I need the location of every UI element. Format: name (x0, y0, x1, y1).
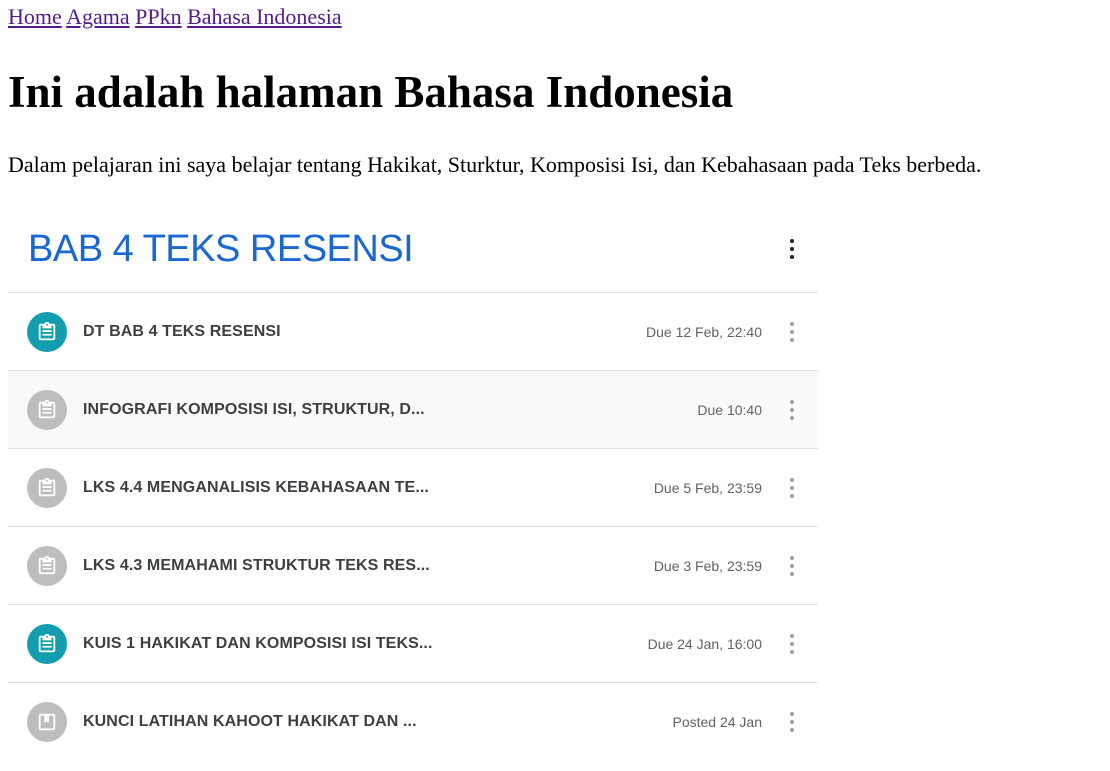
classwork-item[interactable]: DT BAB 4 TEKS RESENSI Due 12 Feb, 22:40 (8, 293, 818, 371)
item-due: Due 12 Feb, 22:40 (646, 323, 762, 340)
classwork-item[interactable]: LKS 4.4 MENGANALISIS KEBAHASAAN TE... Du… (8, 449, 818, 527)
classroom-screenshot: BAB 4 TEKS RESENSI DT BAB 4 TEKS RESENSI… (8, 206, 818, 760)
nav-link-agama[interactable]: Agama (66, 4, 130, 29)
item-title: KUNCI LATIHAN KAHOOT HAKIKAT DAN ... (83, 712, 417, 730)
item-title: DT BAB 4 TEKS RESENSI (83, 322, 281, 340)
topic-header: BAB 4 TEKS RESENSI (8, 206, 818, 293)
classwork-item[interactable]: INFOGRAFI KOMPOSISI ISI, STRUKTUR, D... … (8, 371, 818, 449)
more-vert-icon[interactable] (780, 320, 804, 344)
assignment-icon (27, 623, 67, 664)
more-vert-icon[interactable] (780, 237, 804, 261)
classwork-item[interactable]: KUIS 1 HAKIKAT DAN KOMPOSISI ISI TEKS...… (8, 605, 818, 683)
assignment-icon (27, 467, 67, 508)
nav-link-bahasa-indonesia[interactable]: Bahasa Indonesia (187, 4, 342, 29)
item-due: Due 5 Feb, 23:59 (653, 479, 762, 496)
material-icon (27, 701, 67, 742)
classwork-item[interactable]: LKS 4.3 MEMAHAMI STRUKTUR TEKS RES... Du… (8, 527, 818, 605)
item-title: INFOGRAFI KOMPOSISI ISI, STRUKTUR, D... (83, 400, 425, 418)
classwork-list: DT BAB 4 TEKS RESENSI Due 12 Feb, 22:40 … (8, 293, 818, 760)
item-due: Posted 24 Jan (672, 713, 762, 730)
item-title: LKS 4.3 MEMAHAMI STRUKTUR TEKS RES... (83, 556, 430, 574)
nav-link-home[interactable]: Home (8, 4, 62, 29)
item-title: LKS 4.4 MENGANALISIS KEBAHASAAN TE... (83, 478, 429, 496)
more-vert-icon[interactable] (780, 476, 804, 500)
nav-link-ppkn[interactable]: PPkn (135, 4, 181, 29)
top-nav: Home Agama PPkn Bahasa Indonesia (8, 0, 1102, 32)
item-title: KUIS 1 HAKIKAT DAN KOMPOSISI ISI TEKS... (83, 634, 433, 652)
page-title: Ini adalah halaman Bahasa Indonesia (8, 67, 734, 117)
page: Home Agama PPkn Bahasa Indonesia Ini ada… (0, 0, 1110, 760)
classwork-item[interactable]: KUNCI LATIHAN KAHOOT HAKIKAT DAN ... Pos… (8, 683, 818, 760)
more-vert-icon[interactable] (780, 398, 804, 422)
assignment-icon (27, 311, 67, 352)
assignment-icon (27, 545, 67, 586)
more-vert-icon[interactable] (780, 710, 804, 734)
intro-text: Dalam pelajaran ini saya belajar tentang… (8, 152, 982, 177)
assignment-icon (27, 389, 67, 430)
more-vert-icon[interactable] (780, 554, 804, 578)
item-due: Due 24 Jan, 16:00 (647, 635, 762, 652)
item-due: Due 3 Feb, 23:59 (653, 557, 762, 574)
topic-title: BAB 4 TEKS RESENSI (28, 227, 414, 270)
item-due: Due 10:40 (697, 401, 762, 418)
more-vert-icon[interactable] (780, 632, 804, 656)
